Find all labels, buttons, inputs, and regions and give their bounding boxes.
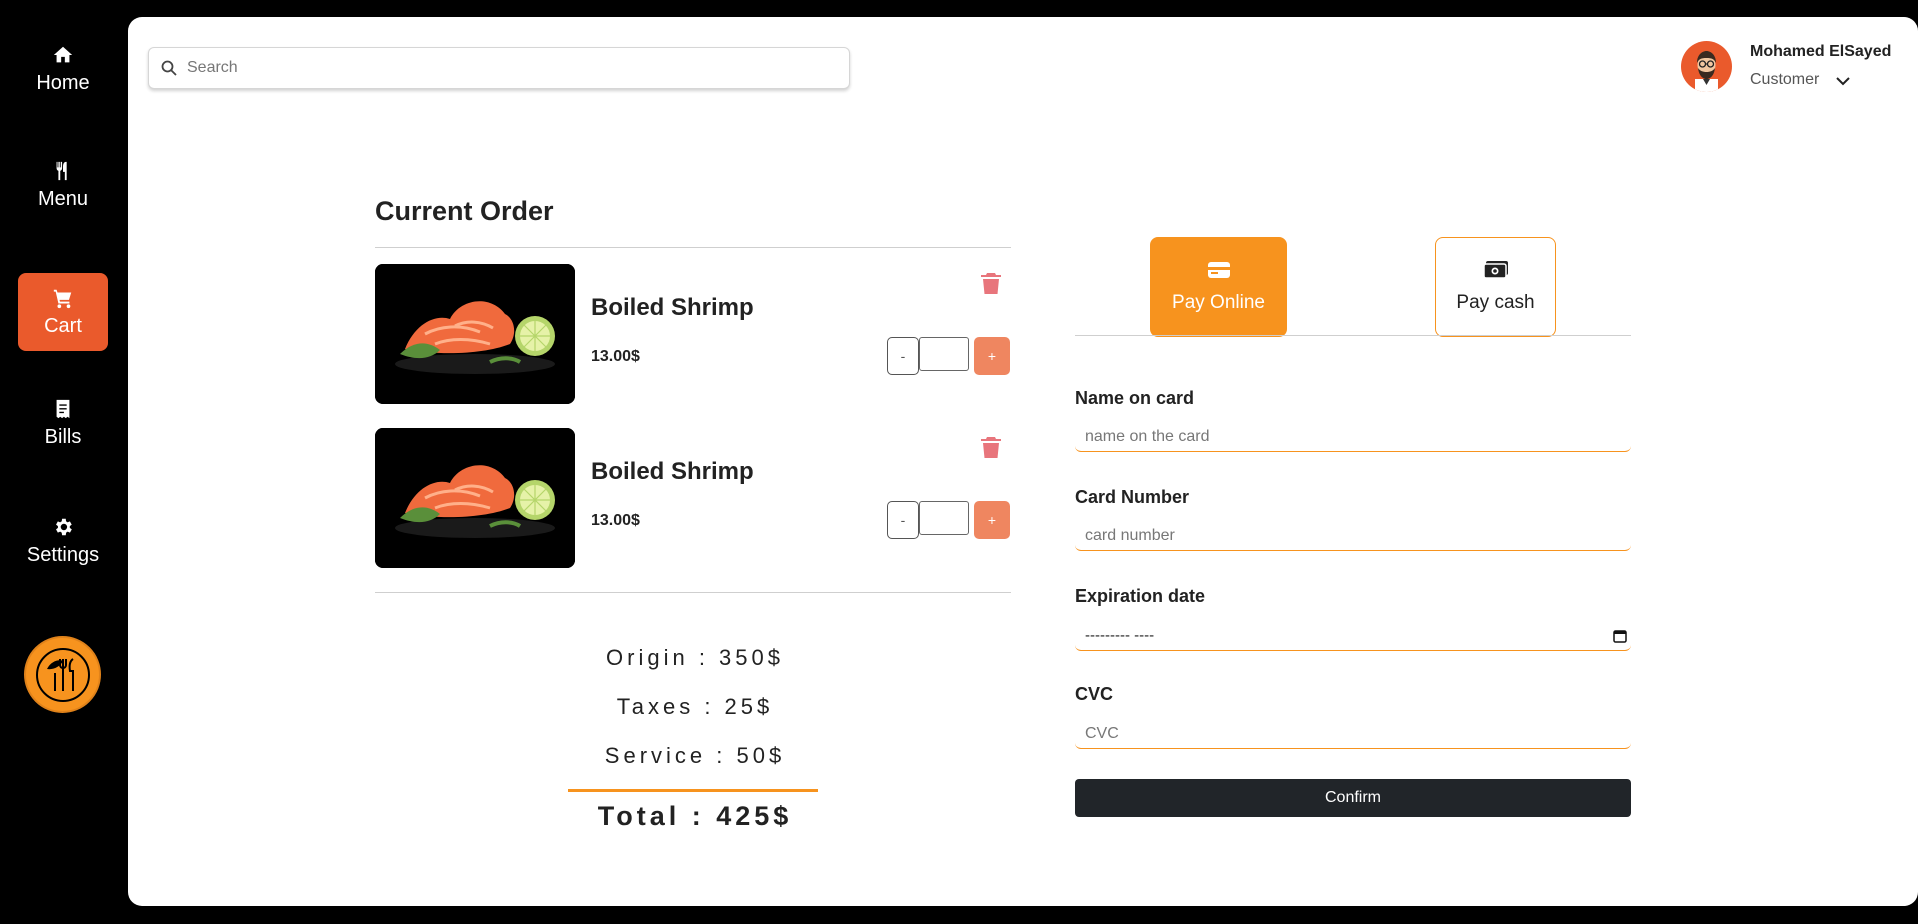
sidebar-item-home[interactable]: Home [18,30,108,108]
name-on-card-label: Name on card [1075,388,1195,408]
utensils-icon [56,161,67,180]
money-icon [1482,261,1508,279]
tab-label: Pay cash [1456,292,1535,313]
user-profile[interactable]: Mohamed ElSayed Customer [1681,41,1918,101]
sidebar-item-label: Home [36,71,90,94]
confirm-button[interactable]: Confirm [1075,779,1631,817]
total-divider [568,789,818,792]
sidebar-item-bills[interactable]: Bills [18,384,108,462]
receipt-icon [56,399,70,418]
restaurant-logo [24,636,101,713]
user-role: Customer [1750,71,1820,88]
search-bar[interactable] [148,47,850,89]
item-name: Boiled Shrimp [591,458,754,485]
card-number-label: Card Number [1075,487,1190,507]
item-name: Boiled Shrimp [591,294,754,321]
gear-icon [56,518,72,535]
list-item: Boiled Shrimp 13.00$ - + [375,264,1012,404]
cart-icon [53,289,72,308]
avatar [1681,41,1732,92]
sidebar: Home Menu Cart Bills Settings [0,0,127,924]
sidebar-item-label: Bills [44,425,82,448]
search-icon [161,60,177,76]
tab-label: Pay Online [1172,292,1265,313]
sidebar-item-label: Settings [26,543,100,566]
sidebar-item-label: Cart [44,314,82,337]
decrease-quantity-button[interactable]: - [887,501,919,539]
quantity-input[interactable] [919,337,969,371]
trash-icon[interactable] [981,436,1001,458]
food-image [375,428,575,568]
name-on-card-field[interactable] [1075,422,1631,452]
card-number-field[interactable] [1075,521,1631,551]
date-value: --------- ---- [1085,627,1155,644]
chevron-down-icon[interactable] [1835,74,1851,88]
tab-pay-online[interactable]: Pay Online [1150,237,1287,337]
decrease-quantity-button[interactable]: - [887,337,919,375]
list-item: Boiled Shrimp 13.00$ - + [375,428,1012,568]
cvc-field[interactable] [1075,719,1631,749]
trash-icon[interactable] [981,272,1001,294]
divider [375,592,1011,593]
expiration-date-label: Expiration date [1075,586,1206,606]
page-title: Current Order [375,196,554,226]
sidebar-item-settings[interactable]: Settings [18,502,108,580]
expiration-date-field[interactable]: --------- ---- [1075,621,1631,651]
quantity-input[interactable] [919,501,969,535]
increase-quantity-button[interactable]: + [974,337,1010,375]
food-image [375,264,575,404]
sidebar-item-cart[interactable]: Cart [18,273,108,351]
divider [1075,335,1631,336]
item-price: 13.00$ [591,512,640,529]
calendar-icon[interactable] [1613,629,1627,643]
increase-quantity-button[interactable]: + [974,501,1010,539]
cvc-label: CVC [1075,684,1114,704]
home-icon [53,46,73,62]
sidebar-item-menu[interactable]: Menu [18,146,108,224]
divider [375,247,1011,248]
sidebar-item-label: Menu [37,187,89,210]
search-input[interactable] [187,59,827,77]
item-price: 13.00$ [591,348,640,365]
user-name: Mohamed ElSayed [1750,43,1892,60]
tab-pay-cash[interactable]: Pay cash [1435,237,1556,337]
credit-card-icon [1207,262,1230,278]
